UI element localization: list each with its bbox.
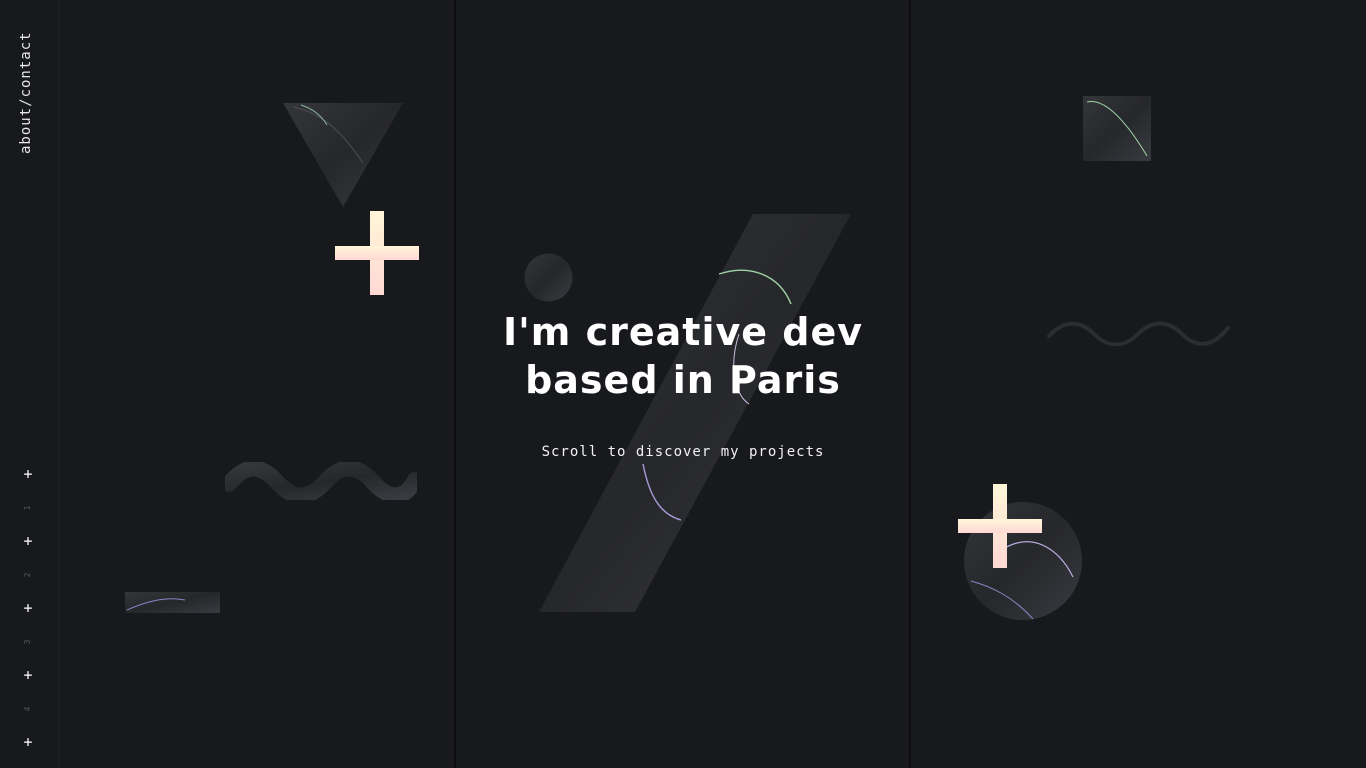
side-rail: about/contact + 1 + 2 + 3 + 4 + (0, 0, 59, 768)
headline-line-2: based in Paris (525, 358, 841, 402)
hero-headline: I'm creative dev based in Paris (456, 308, 910, 404)
nav-plus-1[interactable]: + (17, 530, 39, 552)
nav-step-3: 3 (23, 639, 32, 645)
rectangle-shape (125, 592, 220, 613)
about-contact-link[interactable]: about/contact (18, 24, 36, 156)
wave-shape-right (1047, 321, 1230, 346)
triangle-shape (283, 103, 403, 207)
scroll-hint: Scroll to discover my projects (541, 444, 825, 460)
plus-icon-right (958, 484, 1042, 568)
nav-plus-3[interactable]: + (17, 664, 39, 686)
headline-line-1: I'm creative dev (503, 310, 863, 354)
portfolio-page: about/contact + 1 + 2 + 3 + 4 + I'm crea… (0, 0, 1366, 768)
nav-plus-0[interactable]: + (17, 463, 39, 485)
nav-step-1: 1 (23, 505, 32, 511)
nav-step-2: 2 (23, 572, 32, 578)
slash-shape (539, 214, 851, 612)
nav-plus-2[interactable]: + (17, 597, 39, 619)
plus-icon (335, 211, 419, 295)
square-shape (1083, 96, 1151, 161)
nav-plus-4[interactable]: + (17, 731, 39, 753)
circle-shape (524, 253, 573, 302)
nav-step-4: 4 (23, 706, 32, 712)
wave-shape (225, 462, 417, 500)
about-contact-label: about/contact (18, 31, 34, 154)
